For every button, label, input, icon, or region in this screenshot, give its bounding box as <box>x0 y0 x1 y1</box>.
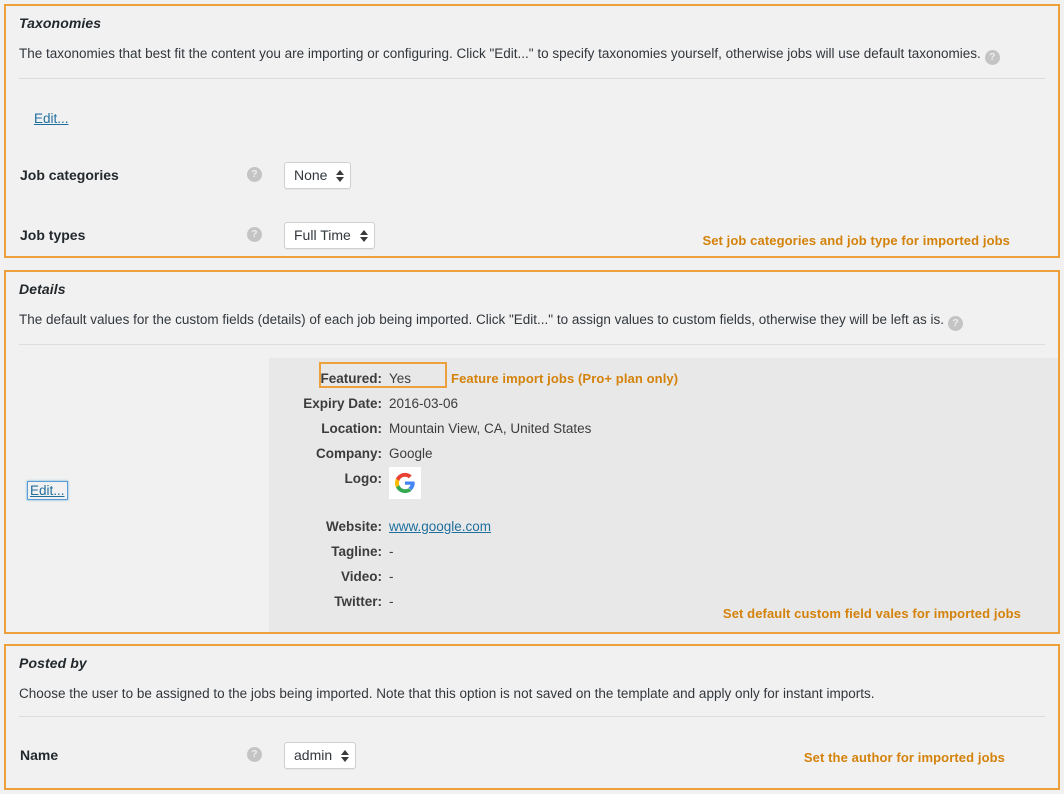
detail-label: Video: <box>340 569 382 584</box>
job-categories-select[interactable]: None <box>284 162 352 189</box>
detail-row-expiry-date: Expiry Date: 2016-03-06 <box>273 393 678 414</box>
details-panel: Details The default values for the custo… <box>4 270 1060 634</box>
detail-value: Mountain View, CA, United States <box>389 421 592 436</box>
divider <box>19 716 1045 718</box>
job-types-help-icon[interactable]: ? <box>247 227 262 242</box>
details-edit-link[interactable]: Edit... <box>27 481 68 500</box>
posted-by-annotation: Set the author for imported jobs <box>803 750 1005 765</box>
taxonomies-edit-row: Edit... <box>6 105 1058 135</box>
detail-value: Yes <box>389 371 412 386</box>
detail-label: Website: <box>325 519 382 534</box>
posted-by-panel-title: Posted by <box>19 655 87 671</box>
google-logo-icon <box>389 467 421 499</box>
detail-row-tagline: Tagline: - <box>273 541 678 562</box>
detail-row-video: Video: - <box>273 566 678 587</box>
job-categories-label: Job categories <box>20 167 119 183</box>
name-select-value: admin <box>294 747 333 763</box>
taxonomies-panel: Taxonomies The taxonomies that best fit … <box>4 4 1060 258</box>
detail-value: - <box>389 569 394 584</box>
detail-value: Google <box>389 446 433 461</box>
name-label: Name <box>20 747 59 763</box>
details-panel-description: The default values for the custom fields… <box>6 297 1058 331</box>
job-types-select[interactable]: Full Time <box>284 222 375 249</box>
detail-label: Featured: <box>320 371 382 386</box>
details-values-box: Featured: Yes Feature import jobs (Pro+ … <box>269 358 1058 632</box>
detail-label: Twitter: <box>334 594 382 609</box>
help-icon[interactable]: ? <box>984 50 1000 65</box>
detail-value: - <box>389 594 394 609</box>
divider <box>19 344 1045 345</box>
detail-row-company: Company: Google <box>273 443 678 464</box>
detail-row-twitter: Twitter: - <box>273 591 678 612</box>
job-categories-help-icon[interactable]: ? <box>247 167 262 182</box>
posted-by-panel-description: Choose the user to be assigned to the jo… <box>6 671 1058 703</box>
spinner-arrows-icon <box>336 169 345 182</box>
spinner-arrows-icon <box>341 749 350 762</box>
featured-annotation: Feature import jobs (Pro+ plan only) <box>451 371 679 386</box>
job-types-label: Job types <box>20 227 86 243</box>
details-field-list: Featured: Yes Feature import jobs (Pro+ … <box>273 368 678 616</box>
help-icon[interactable]: ? <box>948 316 964 331</box>
website-link[interactable]: www.google.com <box>389 519 491 534</box>
detail-row-featured: Featured: Yes Feature import jobs (Pro+ … <box>273 368 678 389</box>
spinner-arrows-icon <box>359 229 368 242</box>
job-types-select-value: Full Time <box>294 227 351 243</box>
name-help-icon[interactable]: ? <box>247 747 262 762</box>
job-categories-select-value: None <box>294 167 328 183</box>
job-categories-row: Job categories ? None <box>6 160 1058 190</box>
details-panel-title: Details <box>19 281 66 297</box>
detail-row-logo: Logo: <box>273 467 678 502</box>
taxonomies-edit-link[interactable]: Edit... <box>34 111 69 126</box>
detail-label: Expiry Date: <box>303 396 382 411</box>
taxonomies-description-text: The taxonomies that best fit the content… <box>19 46 981 61</box>
detail-value: - <box>389 544 394 559</box>
details-description-text: The default values for the custom fields… <box>19 312 945 327</box>
settings-screen: Taxonomies The taxonomies that best fit … <box>0 0 1064 794</box>
taxonomies-panel-title: Taxonomies <box>19 15 102 31</box>
detail-label: Tagline: <box>331 544 382 559</box>
detail-label: Company: <box>315 446 382 461</box>
taxonomies-panel-description: The taxonomies that best fit the content… <box>6 31 1058 65</box>
detail-label: Location: <box>321 421 382 436</box>
detail-row-location: Location: Mountain View, CA, United Stat… <box>273 418 678 439</box>
posted-by-panel: Posted by Choose the user to be assigned… <box>4 644 1060 790</box>
divider <box>19 78 1045 79</box>
detail-value: 2016-03-06 <box>389 396 459 411</box>
posted-by-description-text: Choose the user to be assigned to the jo… <box>19 686 875 701</box>
taxonomies-annotation: Set job categories and job type for impo… <box>702 233 1010 248</box>
name-select[interactable]: admin <box>284 742 357 769</box>
detail-label: Logo: <box>344 471 382 486</box>
detail-row-website: Website: www.google.com <box>273 516 678 537</box>
details-annotation: Set default custom field vales for impor… <box>722 606 1021 621</box>
